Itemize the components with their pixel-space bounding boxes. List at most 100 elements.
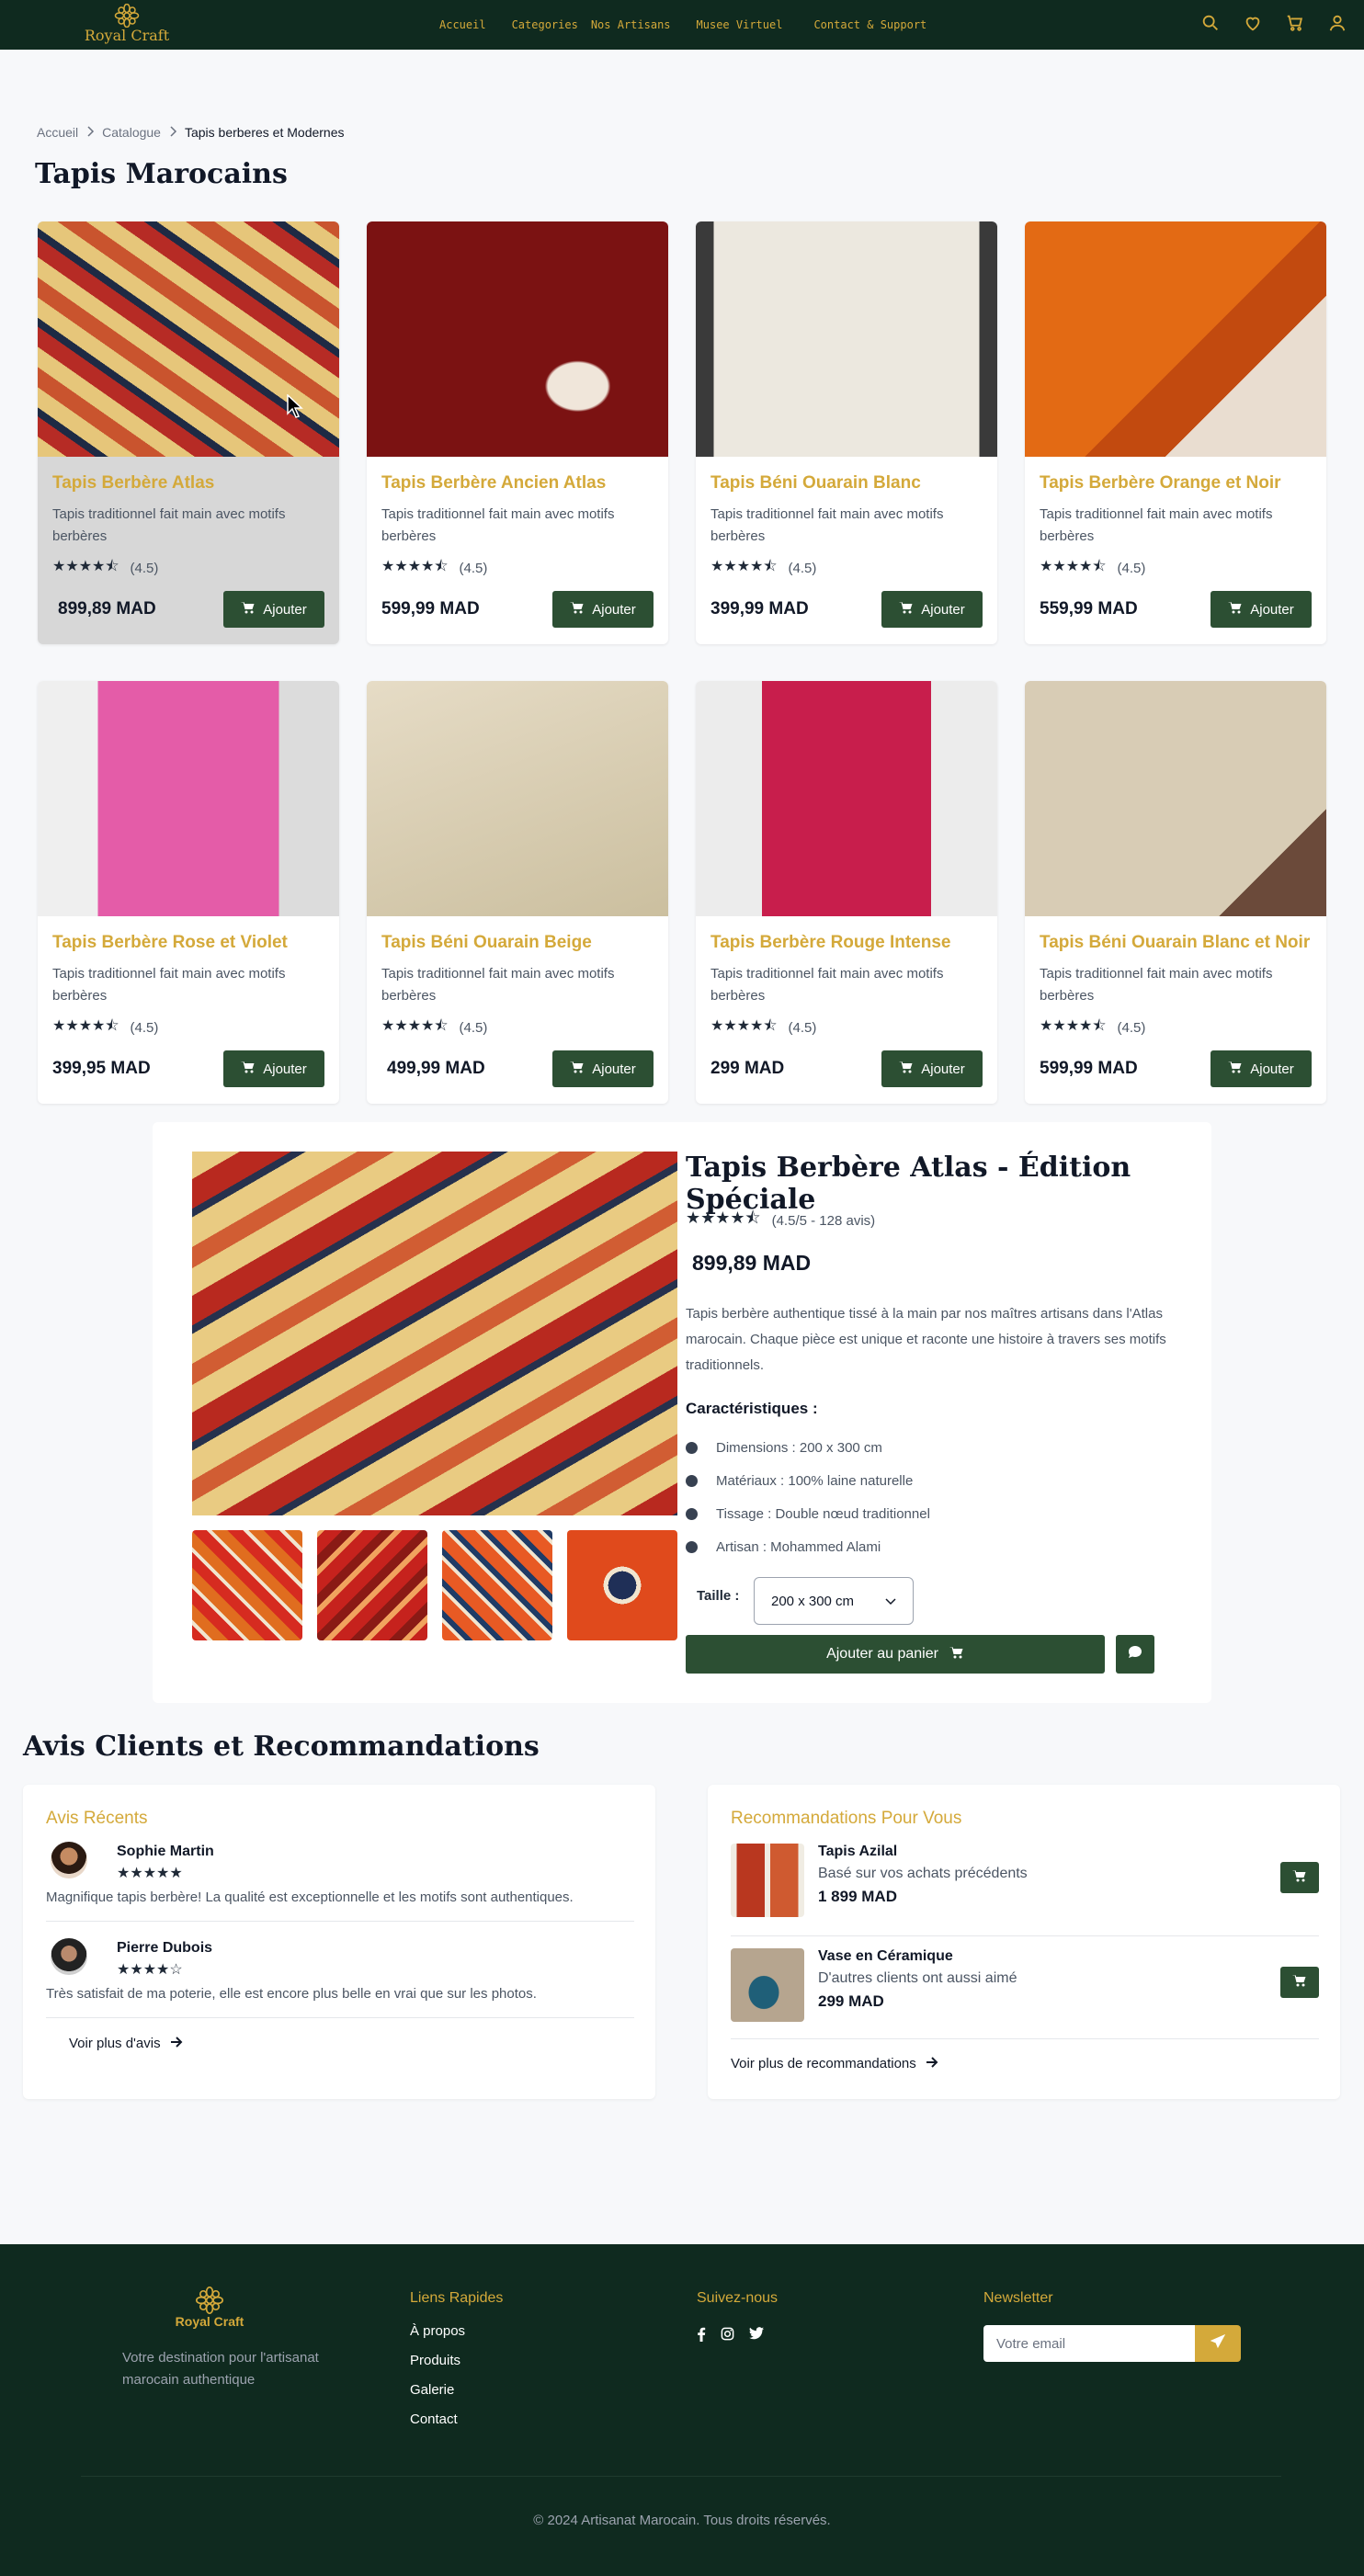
product-card[interactable]: Tapis Berbère Rouge Intense Tapis tradit… [696, 681, 997, 1104]
feature-text: Dimensions : 200 x 300 cm [716, 1439, 882, 1456]
chevron-right-icon [168, 125, 177, 140]
rating-value: (4.5) [1117, 561, 1146, 576]
recommendation-image[interactable] [731, 1948, 804, 2022]
product-name[interactable]: Tapis Béni Ouarain Blanc et Noir [1040, 933, 1310, 953]
reviews-panel: Avis Récents Sophie Martin ★★★★★ Magnifi… [23, 1785, 655, 2099]
instagram-icon[interactable] [721, 2327, 734, 2346]
add-to-cart-button[interactable]: Ajouter [223, 591, 324, 628]
send-icon [1210, 2333, 1226, 2354]
more-reviews-link[interactable]: Voir plus d'avis [69, 2036, 183, 2051]
review-author: Sophie Martin [117, 1844, 214, 1859]
twitter-icon[interactable] [749, 2327, 764, 2346]
breadcrumb-catalogue[interactable]: Catalogue [102, 125, 161, 140]
cart-icon[interactable] [1285, 13, 1305, 33]
add-to-cart-button[interactable]: Ajouter [881, 591, 983, 628]
product-card[interactable]: Tapis Berbère Ancien Atlas Tapis traditi… [367, 221, 668, 644]
nav-link-accueil[interactable]: Accueil [439, 18, 486, 31]
cart-icon [1292, 1869, 1307, 1887]
newsletter-submit-button[interactable] [1195, 2325, 1241, 2362]
divider [731, 1935, 1319, 1936]
product-name[interactable]: Tapis Béni Ouarain Beige [381, 933, 592, 953]
avatar [51, 1938, 87, 1975]
add-to-cart-button[interactable]: Ajouter [881, 1050, 983, 1087]
product-card[interactable]: Tapis Berbère Rose et Violet Tapis tradi… [38, 681, 339, 1104]
add-to-cart-button[interactable]: Ajouter au panier [686, 1635, 1105, 1674]
product-card[interactable]: Tapis Béni Ouarain Blanc et Noir Tapis t… [1025, 681, 1326, 1104]
product-price: 599,99 MAD [381, 599, 480, 618]
add-to-cart-label: Ajouter [263, 1061, 307, 1077]
product-image[interactable] [1025, 221, 1326, 457]
product-card[interactable]: Tapis Béni Ouarain Blanc Tapis tradition… [696, 221, 997, 644]
feature-item: Artisan : Mohammed Alami [686, 1530, 930, 1563]
footer-link-contact[interactable]: Contact [410, 2411, 503, 2441]
cart-icon [241, 601, 256, 618]
thumbnail-image[interactable] [192, 1530, 302, 1640]
stars-icon: ★★★★⯪ [686, 1209, 761, 1227]
footer-link-gallery[interactable]: Galerie [410, 2382, 503, 2411]
add-to-cart-button[interactable] [1280, 1967, 1319, 1998]
add-to-cart-button[interactable]: Ajouter [1211, 591, 1312, 628]
more-recommendations-link[interactable]: Voir plus de recommandations [731, 2056, 938, 2071]
product-image[interactable] [1025, 681, 1326, 916]
recommendation-item[interactable]: Tapis Azilal Basé sur vos achats précéde… [731, 1844, 1319, 1917]
product-image[interactable] [38, 681, 339, 916]
product-image[interactable] [696, 681, 997, 916]
thumbnail-image[interactable] [567, 1530, 677, 1640]
add-to-cart-button[interactable] [1280, 1862, 1319, 1893]
add-to-cart-button[interactable]: Ajouter [1211, 1050, 1312, 1087]
user-icon[interactable] [1327, 13, 1347, 33]
product-name[interactable]: Tapis Berbère Ancien Atlas [381, 473, 606, 494]
star-rating: ★★★★⯪ (4.5) [381, 1016, 487, 1040]
features-title: Caractéristiques : [686, 1400, 818, 1417]
product-name[interactable]: Tapis Berbère Atlas [52, 473, 214, 494]
nav-link-musee[interactable]: Musee Virtuel [697, 18, 783, 31]
product-main-image[interactable] [192, 1152, 677, 1515]
heart-icon[interactable] [1243, 13, 1263, 33]
product-image[interactable] [367, 681, 668, 916]
reviews-section-title: Avis Clients et Recommandations [23, 1731, 540, 1763]
footer-link-products[interactable]: Produits [410, 2353, 503, 2382]
recommendation-image[interactable] [731, 1844, 804, 1917]
facebook-icon[interactable] [697, 2327, 706, 2346]
top-navbar: Royal Craft Accueil Categories Nos Artis… [0, 0, 1364, 50]
footer-tagline: Votre destination pour l'artisanat maroc… [122, 2350, 319, 2388]
product-card[interactable]: Tapis Béni Ouarain Beige Tapis tradition… [367, 681, 668, 1104]
product-name[interactable]: Tapis Berbère Rose et Violet [52, 933, 288, 953]
thumbnail-image[interactable] [442, 1530, 552, 1640]
quick-links-title: Liens Rapides [410, 2290, 504, 2306]
nav-link-artisans[interactable]: Nos Artisans [591, 18, 671, 31]
breadcrumb-home[interactable]: Accueil [37, 125, 78, 140]
brand-logo[interactable]: Royal Craft [81, 4, 173, 44]
rating-value: (4.5) [130, 561, 159, 576]
thumbnail-image[interactable] [317, 1530, 427, 1640]
size-select[interactable]: 200 x 300 cm [754, 1577, 914, 1625]
breadcrumb-current: Tapis berberes et Modernes [184, 125, 345, 140]
product-price: 299 MAD [710, 1059, 785, 1078]
add-to-cart-label: Ajouter [921, 601, 965, 618]
product-image[interactable] [38, 221, 339, 457]
cart-icon [1292, 1974, 1307, 1992]
newsletter-email-input[interactable]: Votre email [983, 2325, 1195, 2362]
size-label: Taille : [697, 1588, 740, 1604]
add-to-cart-button[interactable]: Ajouter [552, 1050, 654, 1087]
product-description: Tapis traditionnel fait main avec motifs… [381, 966, 615, 1004]
product-name[interactable]: Tapis Berbère Orange et Noir [1040, 473, 1281, 494]
product-name[interactable]: Tapis Béni Ouarain Blanc [710, 473, 921, 494]
cart-icon [570, 1061, 585, 1077]
nav-link-contact[interactable]: Contact & Support [813, 18, 926, 31]
chat-button[interactable] [1116, 1635, 1154, 1674]
add-to-cart-button[interactable]: Ajouter [223, 1050, 324, 1087]
product-image[interactable] [696, 221, 997, 457]
recommendation-item[interactable]: Vase en Céramique D'autres clients ont a… [731, 1948, 1319, 2022]
product-card[interactable]: Tapis Berbère Atlas Tapis traditionnel f… [38, 221, 339, 644]
cart-icon [949, 1646, 964, 1663]
search-icon[interactable] [1200, 13, 1221, 33]
add-to-cart-button[interactable]: Ajouter [552, 591, 654, 628]
product-description: Tapis traditionnel fait main avec motifs… [52, 966, 286, 1004]
product-name[interactable]: Tapis Berbère Rouge Intense [710, 933, 951, 953]
footer-brand[interactable]: Royal Craft [164, 2287, 256, 2329]
footer-link-about[interactable]: À propos [410, 2323, 503, 2353]
product-card[interactable]: Tapis Berbère Orange et Noir Tapis tradi… [1025, 221, 1326, 644]
nav-link-categories[interactable]: Categories [512, 18, 578, 31]
product-image[interactable] [367, 221, 668, 457]
